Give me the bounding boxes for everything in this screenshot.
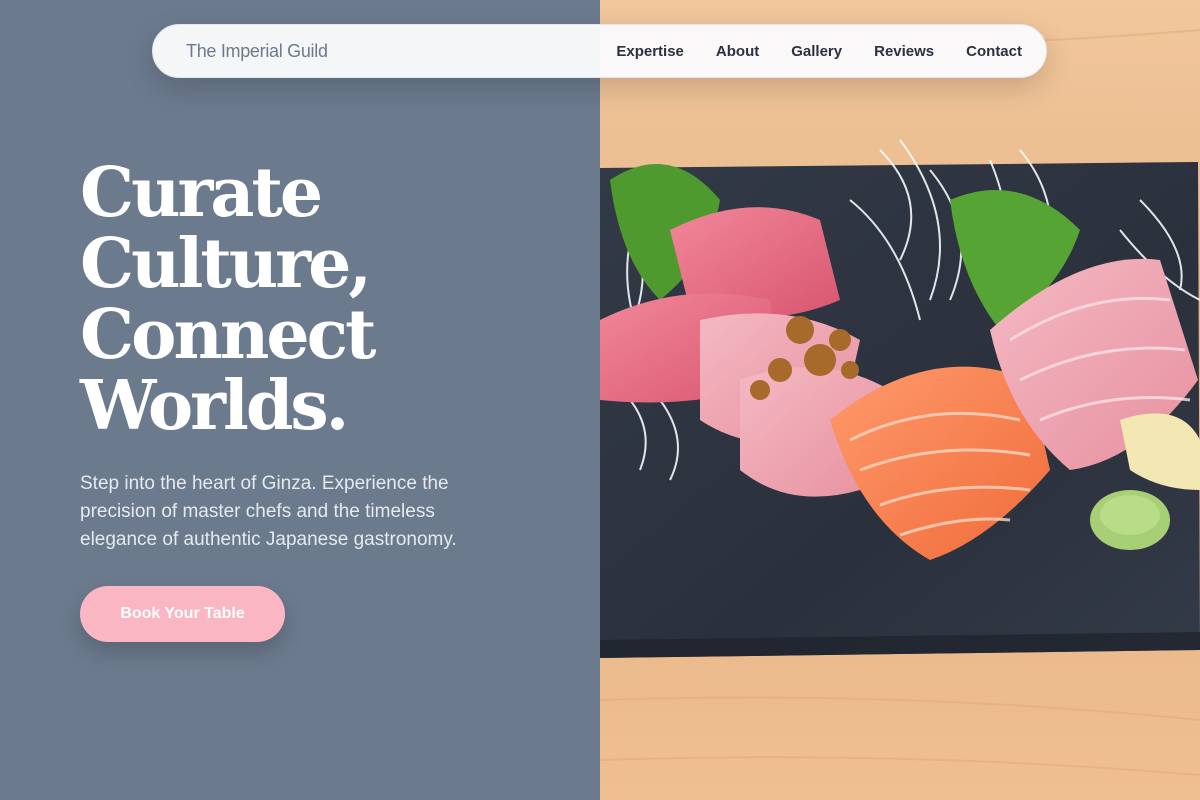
book-table-button[interactable]: Book Your Table [80, 586, 285, 642]
nav-link-expertise[interactable]: Expertise [616, 43, 684, 60]
hero-image-panel [600, 0, 1200, 800]
brand-logo[interactable]: The Imperial Guild [186, 41, 328, 62]
hero-title: Curate Culture, Connect Worlds. [80, 158, 580, 442]
hero-title-line: Connect [80, 295, 376, 375]
hero-title-line: Culture, [80, 224, 372, 304]
hero-description: Step into the heart of Ginza. Experience… [80, 473, 457, 550]
nav-link-reviews[interactable]: Reviews [874, 43, 934, 60]
nav-link-about[interactable]: About [716, 43, 759, 60]
nav-link-gallery[interactable]: Gallery [791, 43, 842, 60]
hero-title-line: Curate [80, 153, 323, 233]
top-navbar: The Imperial Guild Expertise About Galle… [152, 24, 1047, 78]
nav-links: Expertise About Gallery Reviews Contact [584, 43, 1022, 60]
nav-link-contact[interactable]: Contact [966, 43, 1022, 60]
sashimi-photo [600, 0, 1200, 800]
hero-title-line: Worlds. [80, 366, 349, 446]
